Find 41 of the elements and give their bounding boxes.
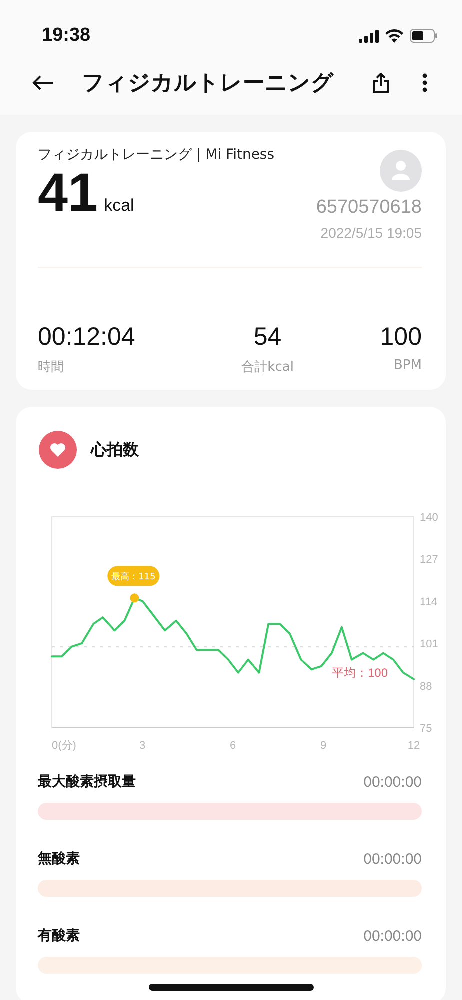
calories-unit: kcal [104,196,134,216]
stat-label: 時間 [38,359,65,376]
calories-value: 41 [38,166,98,220]
y-tick-label: 101 [420,638,438,651]
signal-icon [359,30,379,42]
annotation: 最高：115 [112,572,156,583]
section-title: 心拍数 [91,440,139,460]
zone-label: 有酸素 [38,927,80,945]
stat-label: 合計kcal [242,359,294,376]
y-tick-label: 114 [420,596,438,608]
y-tick-label: 140 [420,512,438,524]
stat-value: 100 [380,323,422,352]
peak-marker [130,594,140,603]
status-time: 19:38 [42,25,91,47]
zone-time: 00:00:00 [364,850,422,868]
more-menu-icon[interactable] [422,72,428,92]
back-arrow-icon[interactable] [32,74,54,90]
wifi-icon [385,29,404,43]
x-tick-label: 12 [408,740,420,752]
stat-label: BPM [394,358,422,373]
stat-value: 54 [254,323,282,352]
average-label: 平均：100 [332,666,388,680]
zone-label: 無酸素 [38,850,80,868]
peak-tooltip: 最高：115 [108,566,160,586]
zone-time: 00:00:00 [364,774,422,790]
user-id: 6570570618 [316,197,422,219]
share-icon[interactable] [372,72,390,92]
battery-icon [410,29,438,43]
page-title: フィジカルトレーニング [82,70,335,98]
stat-value: 00:12:04 [38,323,136,352]
source-label: フィジカルトレーニング | Mi Fitness [38,146,275,164]
x-tick-label: 0(分) [52,740,76,752]
x-tick-label: 6 [230,740,236,752]
y-tick-label: 88 [420,680,432,693]
workout-date: 2022/5/15 19:05 [320,225,422,241]
y-tick-label: 127 [420,554,438,566]
x-tick-label: 3 [139,740,146,752]
zone-time: 00:00:00 [364,928,422,944]
x-tick-label: 9 [320,740,327,752]
y-tick-label: 75 [420,723,432,735]
zone-label: 最大酸素摂取量 [38,773,136,791]
